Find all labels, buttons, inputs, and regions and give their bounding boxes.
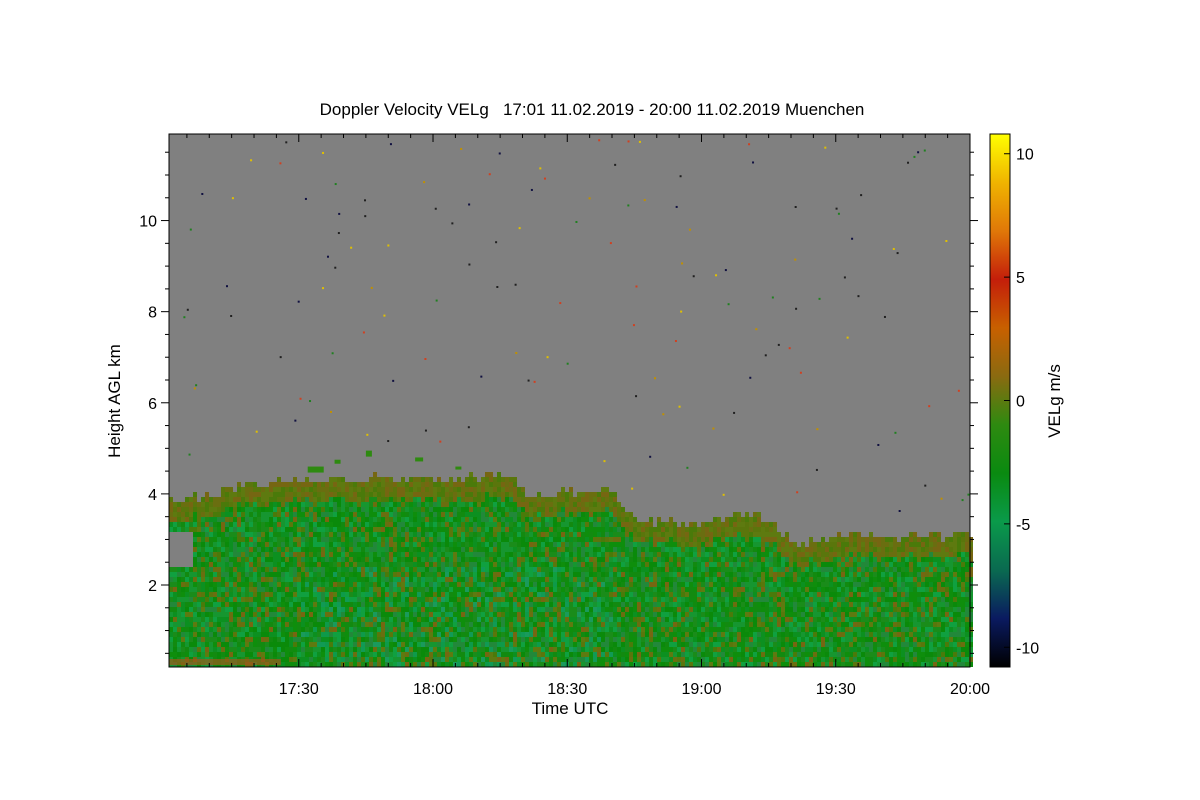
y-tick-label: 2 xyxy=(148,578,157,595)
y-tick-label: 10 xyxy=(139,214,157,231)
x-tick-label: 20:00 xyxy=(950,681,990,698)
y-tick-label: 8 xyxy=(148,305,157,322)
x-tick-label: 18:30 xyxy=(547,681,587,698)
colorbar-tick-label: 5 xyxy=(1016,270,1025,287)
colorbar-tick-label: -5 xyxy=(1016,517,1030,534)
x-tick-label: 19:00 xyxy=(681,681,721,698)
plot-area xyxy=(168,133,973,668)
x-tick-label: 18:00 xyxy=(413,681,453,698)
y-tick-label: 6 xyxy=(148,396,157,413)
colorbar-tick-label: -10 xyxy=(1016,640,1039,657)
chart-title: Doppler Velocity VELg 17:01 11.02.2019 -… xyxy=(320,100,865,119)
colorbar-tick-label: 10 xyxy=(1016,147,1034,164)
doppler-velocity-chart: Doppler Velocity VELg 17:01 11.02.2019 -… xyxy=(105,100,1064,718)
x-axis-label: Time UTC xyxy=(532,699,609,718)
x-tick-label: 17:30 xyxy=(279,681,319,698)
colorbar-label: VELg m/s xyxy=(1045,364,1064,438)
y-tick-label: 4 xyxy=(148,487,157,504)
x-tick-label: 19:30 xyxy=(816,681,856,698)
y-axis-label: Height AGL km xyxy=(105,344,124,458)
colorbar-tick-label: 0 xyxy=(1016,394,1025,411)
colorbar: -10 -5 0 5 10 xyxy=(989,133,1039,668)
